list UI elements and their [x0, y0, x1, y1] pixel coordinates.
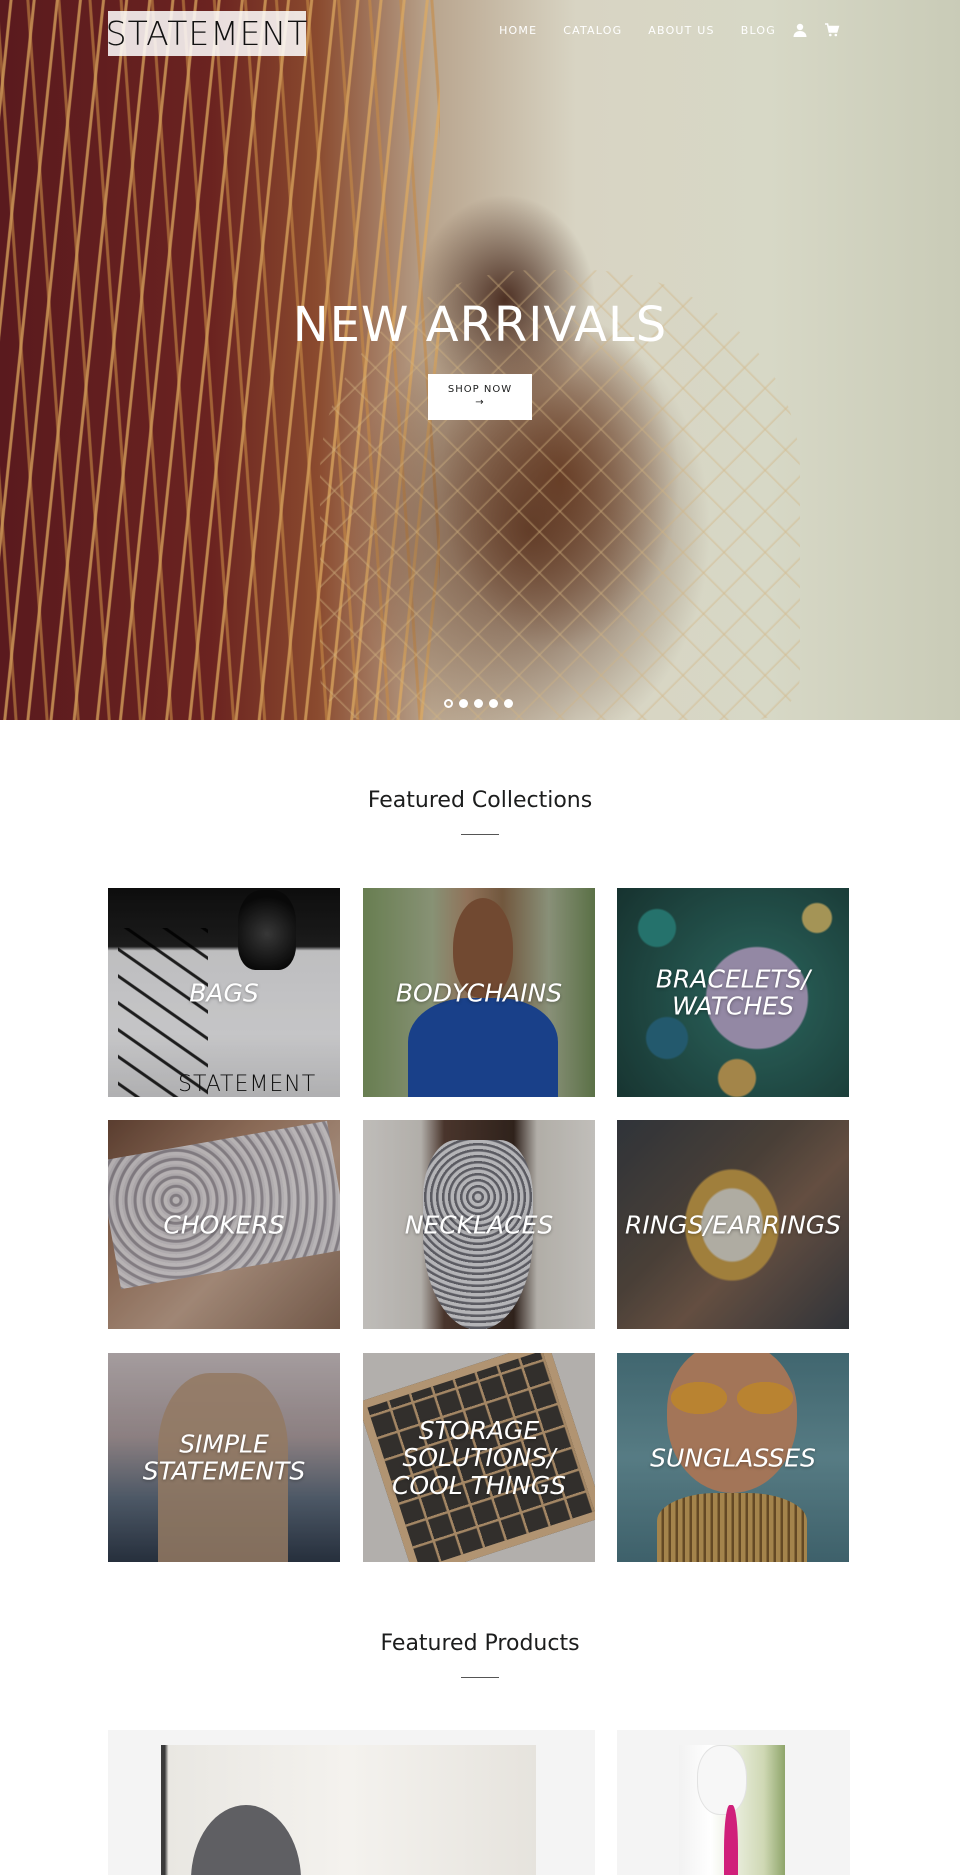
collection-sunglasses[interactable]: SUNGLASSES [617, 1353, 849, 1562]
collection-bracelets-watches[interactable]: BRACELETS/ WATCHES [617, 888, 849, 1097]
product-image-detail [191, 1805, 301, 1875]
product-image-earring [724, 1805, 738, 1875]
collection-chokers[interactable]: CHOKERS [108, 1120, 340, 1329]
slide-dot-5[interactable] [504, 699, 513, 708]
nav-catalog[interactable]: CATALOG [563, 24, 622, 37]
collection-label: NECKLACES [404, 1209, 554, 1239]
nav-blog[interactable]: BLOG [741, 24, 776, 37]
cart-icon[interactable] [824, 22, 840, 38]
nav-about-us[interactable]: ABOUT US [648, 24, 714, 37]
collection-necklaces[interactable]: NECKLACES [363, 1120, 595, 1329]
arrow-right-icon: → [475, 397, 485, 408]
section-divider [461, 834, 499, 835]
slide-dot-3[interactable] [474, 699, 483, 708]
collection-label: BRACELETS/ WATCHES [655, 964, 811, 1021]
product-card-1[interactable] [108, 1730, 595, 1875]
product-image [161, 1745, 536, 1875]
collection-label: CHOKERS [163, 1209, 285, 1239]
collection-rings-earrings[interactable]: RINGS/EARRINGS [617, 1120, 849, 1329]
account-icon[interactable] [792, 22, 808, 38]
main-nav: HOME CATALOG ABOUT US BLOG [473, 22, 840, 38]
slide-dot-4[interactable] [489, 699, 498, 708]
hero-title: NEW ARRIVALS [292, 297, 668, 353]
shop-now-label: SHOP NOW [447, 384, 513, 395]
product-image [679, 1745, 785, 1875]
section-divider [461, 1677, 499, 1678]
collection-label: SUNGLASSES [650, 1442, 816, 1472]
featured-collections-title: Featured Collections [367, 788, 593, 813]
hero-slideshow[interactable]: STATEMENT HOME CATALOG ABOUT US BLOG NEW… [0, 0, 960, 720]
slideshow-dots [444, 699, 519, 708]
collection-label: RINGS/EARRINGS [624, 1209, 842, 1239]
collection-bags[interactable]: STATEMENT BAGS [108, 888, 340, 1097]
product-image-detail [697, 1745, 747, 1815]
collection-label: SIMPLE STATEMENTS [142, 1429, 306, 1486]
collection-label: STORAGE SOLUTIONS/ COOL THINGS [391, 1415, 567, 1500]
collection-simple-statements[interactable]: SIMPLE STATEMENTS [108, 1353, 340, 1562]
site-logo[interactable]: STATEMENT [106, 11, 307, 56]
collection-label: BAGS [189, 977, 259, 1007]
nav-home[interactable]: HOME [499, 24, 537, 37]
collection-label: BODYCHAINS [395, 977, 563, 1007]
slide-dot-2[interactable] [459, 699, 468, 708]
collection-storage-solutions[interactable]: STORAGE SOLUTIONS/ COOL THINGS [363, 1353, 595, 1562]
collection-bodychains[interactable]: BODYCHAINS [363, 888, 595, 1097]
featured-products-title: Featured Products [380, 1631, 580, 1656]
slide-dot-1[interactable] [444, 699, 453, 708]
shop-now-button[interactable]: SHOP NOW → [428, 374, 532, 420]
product-card-2[interactable] [617, 1730, 850, 1875]
